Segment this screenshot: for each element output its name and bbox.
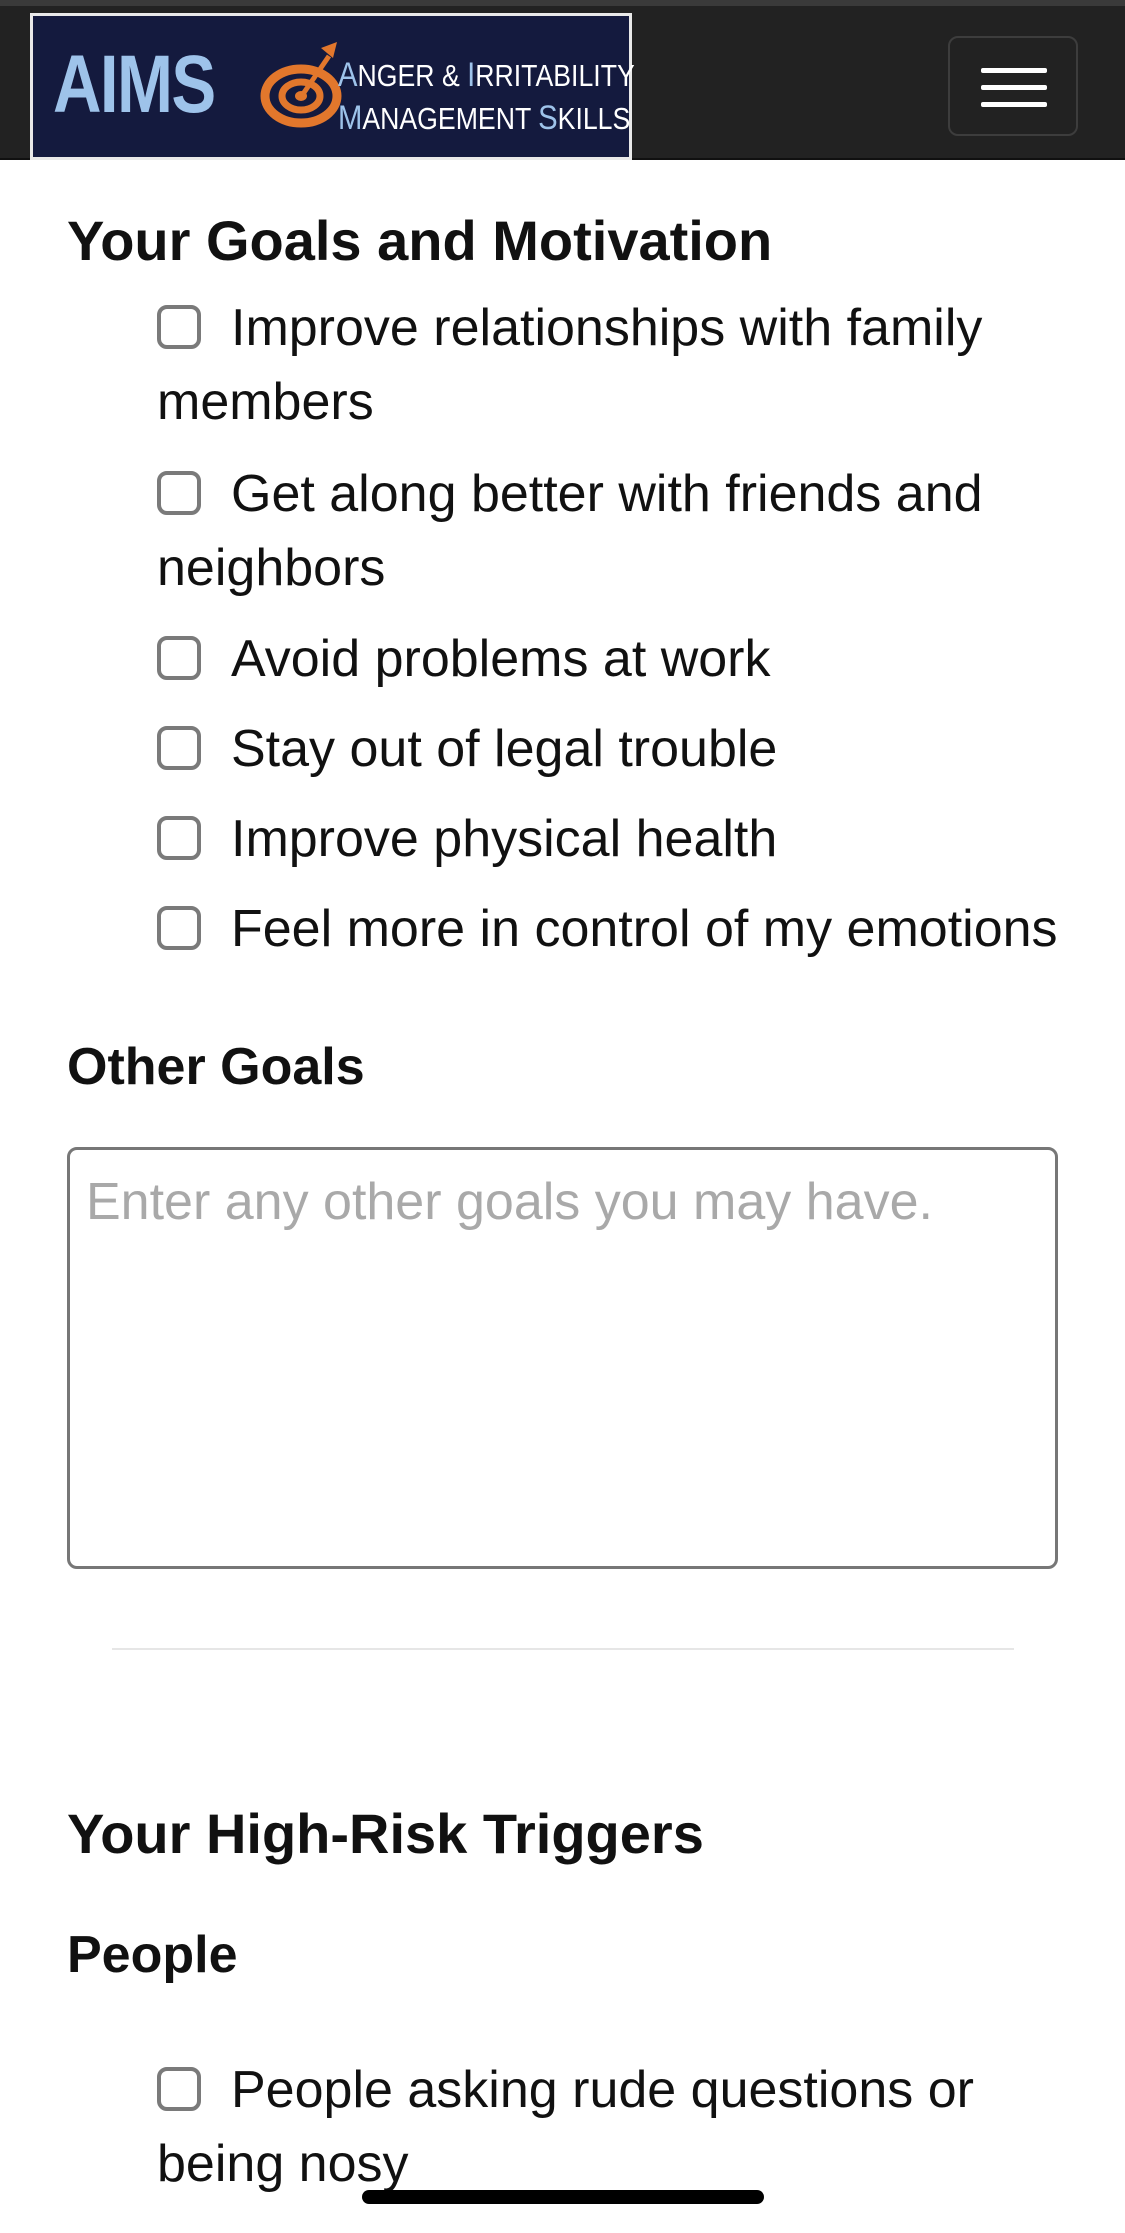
hamburger-bar [981, 102, 1047, 107]
goal-item[interactable]: Stay out of legal trouble [157, 712, 1077, 786]
goal-item[interactable]: Improve physical health [157, 802, 1077, 876]
other-goals-input[interactable] [67, 1147, 1058, 1569]
hamburger-bar [981, 85, 1047, 90]
section-divider [112, 1648, 1014, 1650]
goal-label: Feel more in control of my emotions [231, 900, 1058, 958]
goal-label: Improve relationships with family member… [157, 299, 983, 431]
goal-label: Avoid problems at work [231, 630, 771, 688]
home-indicator[interactable] [362, 2190, 764, 2204]
checkbox[interactable] [157, 816, 201, 860]
goal-item[interactable]: Get along better with friends and neighb… [157, 457, 1077, 605]
checkbox[interactable] [157, 636, 201, 680]
aims-logo[interactable]: AIMS ANGER & IRRITABILITY MANAGEMENT SKI… [30, 13, 635, 160]
goal-item[interactable]: Avoid problems at work [157, 622, 1077, 696]
triggers-section-title: Your High-Risk Triggers [67, 1802, 704, 1865]
goals-section-title: Your Goals and Motivation [67, 209, 773, 272]
trigger-item[interactable]: People asking rude questions or being no… [157, 2053, 1077, 2201]
goal-item[interactable]: Improve relationships with family member… [157, 291, 1077, 439]
checkbox[interactable] [157, 726, 201, 770]
goal-label: Improve physical health [231, 810, 778, 868]
checkbox[interactable] [157, 906, 201, 950]
other-goals-title: Other Goals [67, 1038, 365, 1096]
people-subtitle: People [67, 1926, 238, 1984]
goal-label: Get along better with friends and neighb… [157, 465, 983, 597]
checkbox[interactable] [157, 2067, 201, 2111]
checkbox[interactable] [157, 305, 201, 349]
logo-tagline: ANGER & IRRITABILITY MANAGEMENT SKILLS [338, 56, 635, 137]
goal-label: Stay out of legal trouble [231, 720, 778, 778]
checkbox[interactable] [157, 471, 201, 515]
trigger-label: People asking rude questions or being no… [157, 2061, 974, 2193]
goal-item[interactable]: Feel more in control of my emotions [157, 892, 1077, 966]
menu-toggle-button[interactable] [948, 36, 1078, 136]
hamburger-menu-icon [981, 68, 1047, 73]
navbar: AIMS ANGER & IRRITABILITY MANAGEMENT SKI… [0, 0, 1125, 160]
logo-wordmark: AIMS [53, 39, 216, 130]
